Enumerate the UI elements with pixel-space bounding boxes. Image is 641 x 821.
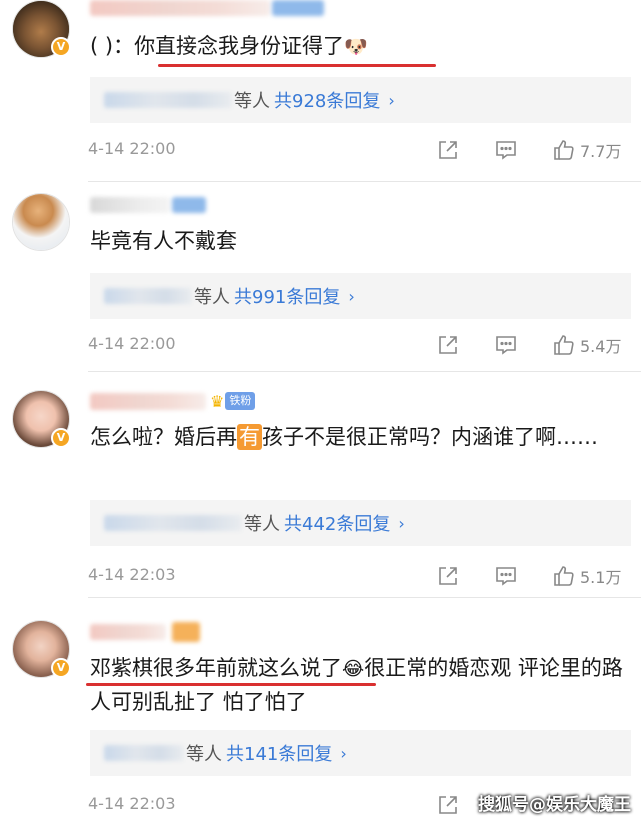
comment-item: V 邓紫棋很多年前就这么说了😂很正常的婚恋观 评论里的路人可别乱扯了 怕了怕了 … [0,600,641,821]
reply-count-link[interactable]: 共928条回复 [274,87,380,113]
highlighted-word: 有 [237,424,262,450]
comment-icon [496,567,516,586]
like-count: 5.1万 [580,568,622,587]
thumbs-up-icon [554,140,574,160]
share-button[interactable] [436,331,460,359]
verified-badge-icon: V [51,37,71,57]
comment-text: ( )：你直接念我身份证得了🐶 [90,30,627,64]
comment-icon [496,336,516,355]
red-underline-annotation [86,683,376,686]
share-icon [439,141,457,159]
timestamp: 4-14 22:00 [88,334,176,353]
red-underline-annotation [158,64,436,67]
reply-count-link[interactable]: 共991条回复 [234,283,340,309]
thumbs-up-icon [554,566,574,586]
comment-text: 怎么啦？婚后再有孩子不是很正常吗？内涵谁了啊…… [90,424,598,450]
comment-item: 毕竟有人不戴套 等人 共991条回复 › 4-14 22:00 5.4万 [0,185,641,375]
fan-badge-label: 铁粉 [225,392,256,410]
reply-names-blurred [104,745,184,761]
chevron-right-icon: › [340,743,347,763]
replies-box[interactable]: 等人 共991条回复 › [90,273,631,319]
verified-badge-icon: V [51,658,71,678]
username-tag-blurred [272,0,324,16]
timestamp: 4-14 22:03 [88,794,176,813]
like-button[interactable]: 5.1万 [552,562,621,590]
laughing-emoji-icon: 😂 [342,658,365,680]
avatar[interactable] [12,193,70,251]
share-icon [439,796,457,814]
doge-emoji-icon: 🐶 [344,36,368,58]
username-blurred[interactable] [90,197,170,213]
username-blurred[interactable] [90,624,166,640]
comment-button[interactable] [494,562,518,590]
reply-names-blurred [104,515,242,531]
thumbs-up-icon [554,335,574,355]
like-count: 7.7万 [580,142,622,161]
comment-item: V ( )：你直接念我身份证得了🐶 等人 共928条回复 › 4-14 22:0… [0,0,641,185]
comment-item: V ♛ 铁粉 怎么啦？婚后再有孩子不是很正常吗？内涵谁了啊…… 等人 共442条… [0,375,641,600]
username-tag-blurred [172,622,200,642]
share-icon [439,336,457,354]
verified-badge-icon: V [51,428,71,448]
username-tag-blurred [172,197,206,213]
share-button[interactable] [436,136,460,164]
replies-box[interactable]: 等人 共141条回复 › [90,730,631,776]
comment-button[interactable] [494,136,518,164]
username-blurred[interactable] [90,393,206,410]
share-icon [439,567,457,585]
like-button[interactable]: 5.4万 [552,331,621,359]
replies-box[interactable]: 等人 共928条回复 › [90,77,631,123]
chevron-right-icon: › [348,286,355,306]
username-blurred[interactable] [90,0,270,16]
fan-badge: ♛ 铁粉 [210,390,256,412]
divider [88,597,641,598]
timestamp: 4-14 22:00 [88,139,176,158]
like-button[interactable]: 7.7万 [552,136,621,164]
comment-meta: 4-14 22:00 5.4万 [88,331,633,359]
comment-icon [496,141,516,160]
chevron-right-icon: › [388,90,395,110]
chevron-right-icon: › [398,513,405,533]
replies-box[interactable]: 等人 共442条回复 › [90,500,631,546]
divider [88,181,641,182]
crown-icon: ♛ [210,391,225,411]
comment-meta: 4-14 22:03 5.1万 [88,562,633,590]
reply-names-blurred [104,288,192,304]
comment-text: 毕竟有人不戴套 [90,229,237,253]
reply-count-link[interactable]: 共141条回复 [226,740,332,766]
like-count: 5.4万 [580,337,622,356]
share-button[interactable] [436,791,460,819]
comment-meta: 4-14 22:00 7.7万 [88,136,633,164]
watermark: 搜狐号@娱乐大魔王 [478,795,631,815]
timestamp: 4-14 22:03 [88,565,176,584]
reply-count-link[interactable]: 共442条回复 [284,510,390,536]
comment-button[interactable] [494,331,518,359]
share-button[interactable] [436,562,460,590]
divider [88,371,641,372]
reply-names-blurred [104,92,232,108]
